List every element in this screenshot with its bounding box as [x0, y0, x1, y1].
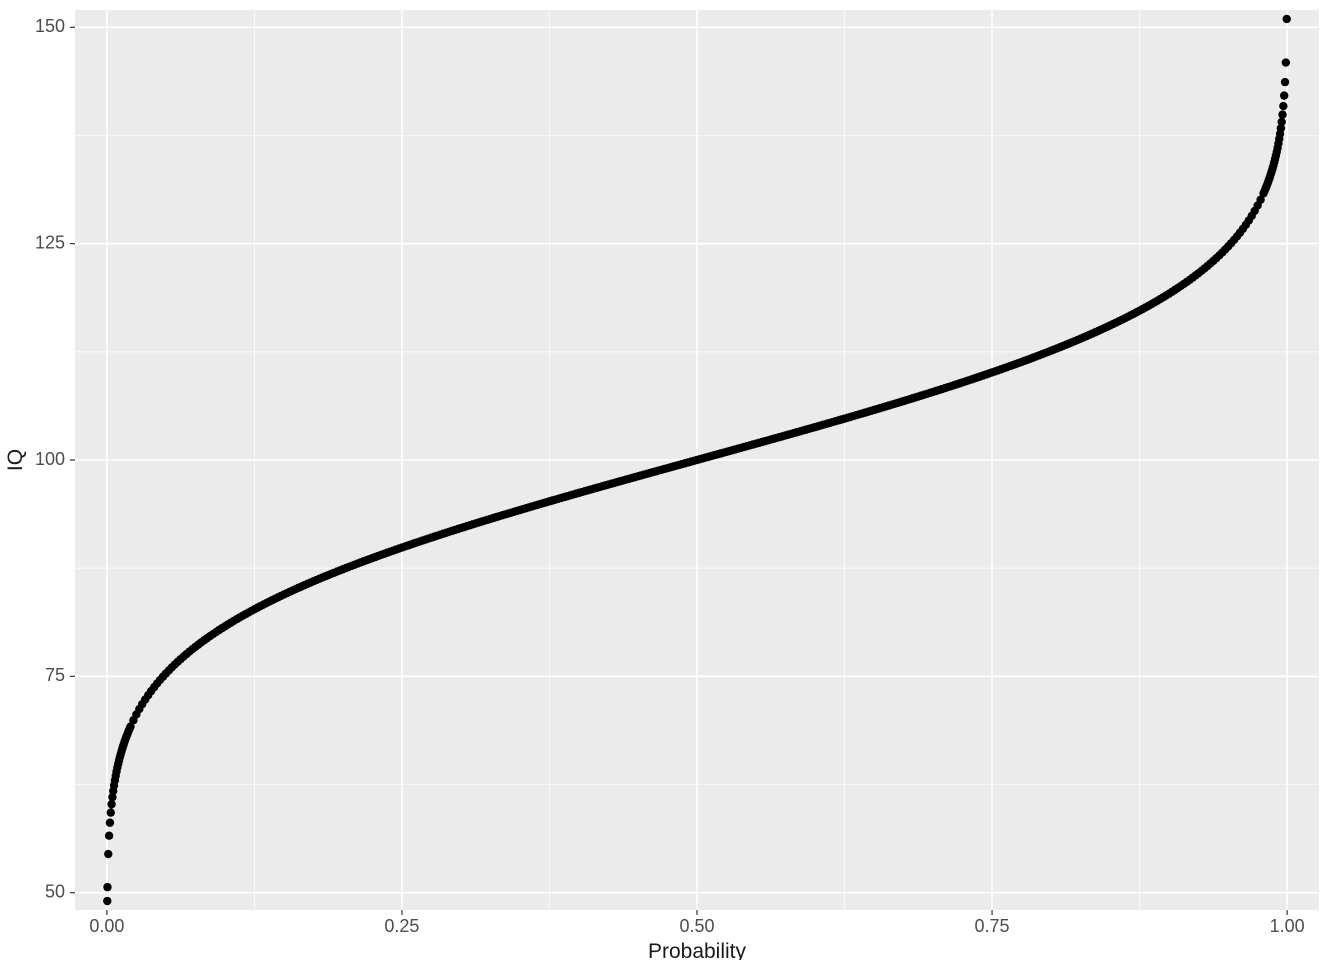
- data-point: [1278, 110, 1286, 118]
- svg-text:0.50: 0.50: [679, 916, 714, 936]
- svg-text:0.25: 0.25: [384, 916, 419, 936]
- x-axis-ticks: 0.00 0.25 0.50 0.75 1.00: [89, 910, 1304, 936]
- svg-text:125: 125: [35, 232, 65, 252]
- data-point: [107, 800, 115, 808]
- svg-text:1.00: 1.00: [1270, 916, 1305, 936]
- y-axis-title: IQ: [4, 449, 27, 471]
- data-point: [107, 808, 115, 816]
- data-point: [1282, 58, 1290, 66]
- x-axis-title: Probability: [648, 940, 747, 960]
- data-point: [103, 883, 111, 891]
- data-point: [1280, 91, 1288, 99]
- chart-svg: 0.00 0.25 0.50 0.75 1.00 50 75 100 125 150 Proba…: [0, 0, 1344, 960]
- data-point: [103, 897, 111, 905]
- svg-text:100: 100: [35, 449, 65, 469]
- data-point: [1278, 118, 1286, 126]
- chart-container: 0.00 0.25 0.50 0.75 1.00 50 75 100 125 150 Proba…: [0, 0, 1344, 960]
- data-point: [1281, 78, 1289, 86]
- svg-text:50: 50: [45, 881, 65, 901]
- data-point: [1283, 15, 1291, 23]
- svg-text:0.75: 0.75: [975, 916, 1010, 936]
- svg-text:150: 150: [35, 16, 65, 36]
- svg-text:75: 75: [45, 665, 65, 685]
- y-axis-ticks: 50 75 100 125 150: [35, 16, 75, 901]
- data-point: [104, 850, 112, 858]
- data-point: [106, 819, 114, 827]
- data-point: [1279, 102, 1287, 110]
- svg-text:0.00: 0.00: [89, 916, 124, 936]
- data-point: [105, 832, 113, 840]
